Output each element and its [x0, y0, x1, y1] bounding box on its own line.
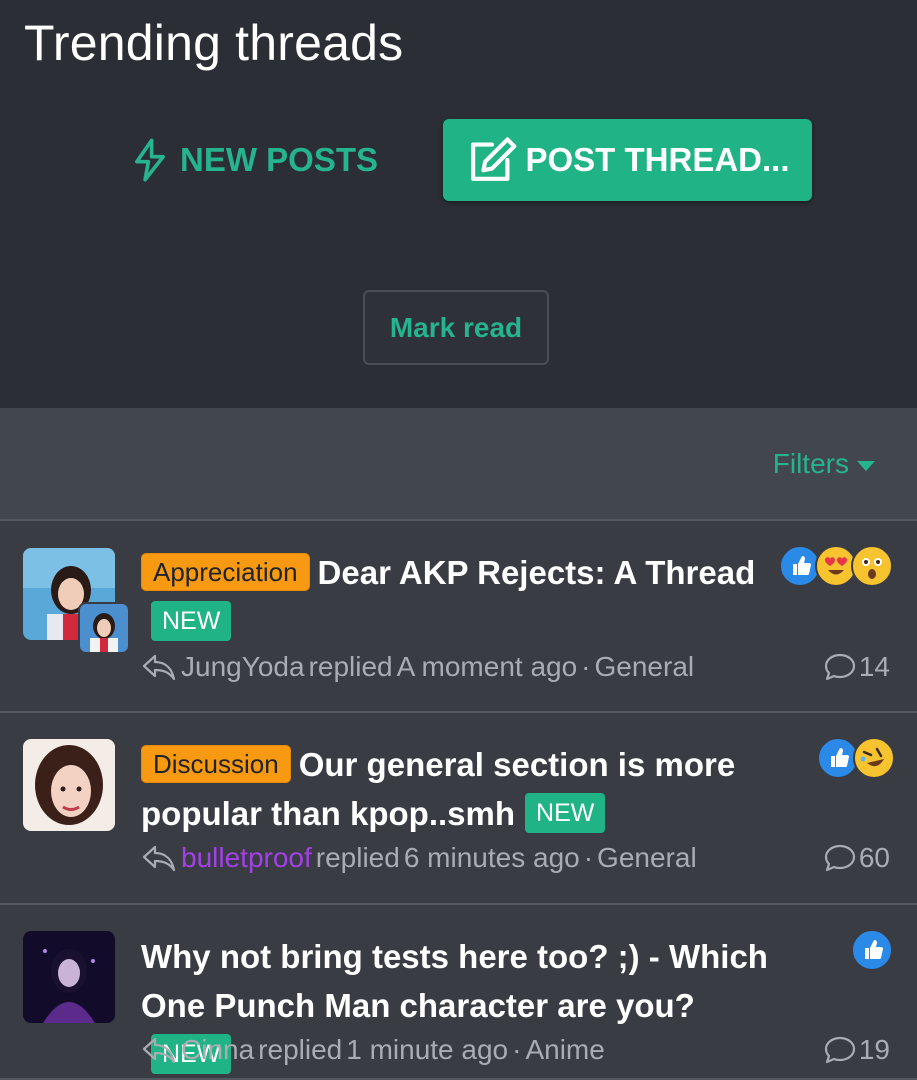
filters-dropdown[interactable]: Filters: [773, 448, 875, 480]
comment-icon: [824, 653, 855, 681]
new-badge: NEW: [151, 601, 232, 641]
prefix-label[interactable]: Discussion: [141, 745, 291, 783]
reply-count: 60: [823, 842, 890, 874]
thread-row[interactable]: Why not bring tests here too? ;) - Which…: [0, 905, 917, 1080]
separator: ·: [512, 1034, 522, 1065]
reply-count-value: 14: [858, 651, 890, 682]
forum-link[interactable]: General: [595, 651, 695, 683]
thread-meta: bulletproof replied 6 minutes ago · Gene…: [141, 842, 697, 874]
caret-down-icon: [857, 461, 875, 471]
reaction-summary[interactable]: [817, 737, 895, 779]
reaction-summary[interactable]: [779, 545, 893, 587]
thread-row[interactable]: Discussion Our general section is more po…: [0, 713, 917, 905]
reply-count-value: 19: [858, 1034, 890, 1065]
username[interactable]: JungYoda: [181, 651, 305, 683]
thread-row[interactable]: Appreciation Dear AKP Rejects: A Thread NE…: [0, 521, 917, 713]
rofl-reaction-icon: [853, 737, 895, 779]
time-text[interactable]: 1 minute ago: [346, 1034, 508, 1066]
forum-link[interactable]: General: [597, 842, 697, 874]
thread-meta: JungYoda replied A moment ago · General: [141, 651, 694, 683]
filter-bar: Filters: [0, 408, 917, 521]
wow-reaction-icon: [851, 545, 893, 587]
lightning-icon: [135, 138, 165, 182]
reaction-summary[interactable]: [851, 929, 893, 971]
avatar[interactable]: [23, 739, 115, 831]
thread-title[interactable]: Discussion Our general section is more po…: [141, 740, 781, 838]
page-header: Trending threads NEW POSTS POST THREAD..…: [0, 0, 917, 408]
mark-read-button[interactable]: Mark read: [363, 290, 549, 365]
filters-label: Filters: [772, 448, 849, 479]
username[interactable]: bulletproof: [181, 842, 312, 874]
thread-title[interactable]: Appreciation Dear AKP Rejects: A Thread NE…: [141, 548, 781, 646]
prefix-label[interactable]: Appreciation: [141, 553, 310, 591]
time-text[interactable]: A moment ago: [397, 651, 578, 683]
avatar-small[interactable]: [78, 602, 130, 654]
reply-icon: [142, 1037, 176, 1064]
username[interactable]: Cinna: [181, 1034, 254, 1066]
edit-icon: [471, 137, 517, 181]
page-title: Trending threads: [24, 15, 404, 71]
separator: ·: [581, 651, 591, 682]
new-posts-label: NEW POSTS: [180, 141, 379, 178]
thread-meta: Cinna replied 1 minute ago · Anime: [141, 1034, 605, 1066]
reply-count: 14: [823, 651, 890, 683]
reply-count: 19: [823, 1034, 890, 1066]
separator: ·: [583, 842, 594, 873]
reply-count-value: 60: [858, 842, 890, 873]
new-badge: NEW: [525, 793, 606, 833]
post-thread-label: POST THREAD...: [525, 141, 790, 178]
avatar[interactable]: [23, 931, 115, 1023]
action-text: replied: [308, 651, 393, 682]
thread-title-text[interactable]: Why not bring tests here too? ;) - Which…: [141, 938, 768, 1024]
thread-title-text[interactable]: Dear AKP Rejects: A Thread: [318, 554, 756, 591]
new-posts-button[interactable]: NEW POSTS: [130, 132, 378, 188]
time-text[interactable]: 6 minutes ago: [404, 842, 580, 874]
comment-icon: [824, 844, 855, 872]
action-text: replied: [315, 842, 400, 873]
forum-link[interactable]: Anime: [525, 1034, 604, 1066]
action-text: replied: [258, 1034, 343, 1065]
reply-icon: [142, 654, 176, 681]
like-reaction-icon: [851, 929, 893, 971]
comment-icon: [824, 1036, 855, 1064]
reply-icon: [142, 845, 176, 872]
post-thread-button[interactable]: POST THREAD...: [443, 119, 812, 201]
